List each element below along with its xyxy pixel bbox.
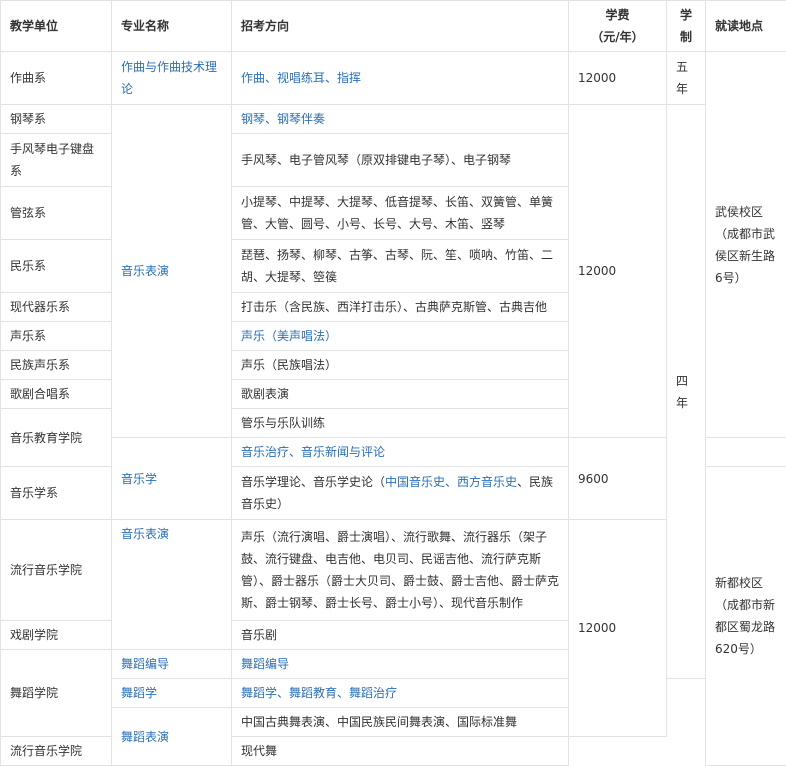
- direction-cell[interactable]: 作曲、视唱练耳、指挥: [232, 52, 569, 105]
- unit-cell: 流行音乐学院: [1, 520, 112, 621]
- unit-cell: 民乐系: [1, 240, 112, 293]
- header-fee-line1: 学费: [605, 8, 629, 22]
- header-fee: 学费 （元/年）: [569, 1, 667, 52]
- table-row: 作曲系 作曲与作曲技术理论 作曲、视唱练耳、指挥 12000 五年 武侯校区（成…: [1, 52, 786, 105]
- major-cell[interactable]: 舞蹈表演: [112, 708, 232, 766]
- direction-cell: 声乐（流行演唱、爵士演唱）、流行歌舞、流行器乐（架子鼓、流行键盘、电吉他、电贝司…: [232, 520, 569, 621]
- location-cell: 武侯校区（成都市武侯区新生路6号）: [706, 52, 786, 438]
- header-location: 就读地点: [706, 1, 786, 52]
- unit-cell: 作曲系: [1, 52, 112, 105]
- direction-cell[interactable]: 舞蹈学、舞蹈教育、舞蹈治疗: [232, 679, 569, 708]
- direction-cell[interactable]: 舞蹈编导: [232, 650, 569, 679]
- unit-cell: 音乐教育学院: [1, 409, 112, 467]
- direction-cell: 琵琶、扬琴、柳琴、古筝、古琴、阮、笙、唢呐、竹笛、二胡、大提琴、箜篌: [232, 240, 569, 293]
- header-duration-line1: 学: [680, 8, 692, 22]
- unit-cell: 民族声乐系: [1, 351, 112, 380]
- direction-cell: 音乐剧: [232, 621, 569, 650]
- direction-cell[interactable]: 钢琴、钢琴伴奏: [232, 105, 569, 134]
- musicology-prefix: 音乐学理论、音乐学史论（: [241, 475, 385, 489]
- direction-cell: 现代舞: [232, 737, 569, 766]
- header-duration: 学制: [667, 1, 706, 52]
- direction-cell: 手风琴、电子管风琴（原双排键电子琴）、电子钢琴: [232, 134, 569, 187]
- fee-cell: 12000: [569, 52, 667, 105]
- unit-cell: 手风琴电子键盘系: [1, 134, 112, 187]
- admissions-table: 教学单位 专业名称 招考方向 学费 （元/年） 学制 就读地点 作曲系 作曲与作曲…: [0, 0, 786, 766]
- header-row: 教学单位 专业名称 招考方向 学费 （元/年） 学制 就读地点: [1, 1, 786, 52]
- table-row: 舞蹈学 舞蹈学、舞蹈教育、舞蹈治疗: [1, 679, 786, 708]
- major-cell[interactable]: 音乐表演: [112, 105, 232, 438]
- unit-cell: 舞蹈学院: [1, 650, 112, 737]
- header-direction: 招考方向: [232, 1, 569, 52]
- duration-cell: 四年: [667, 105, 706, 679]
- direction-cell: 歌剧表演: [232, 380, 569, 409]
- unit-cell: 声乐系: [1, 322, 112, 351]
- direction-cell[interactable]: 声乐（美声唱法）: [232, 322, 569, 351]
- direction-cell: 打击乐（含民族、西洋打击乐）、古典萨克斯管、古典吉他: [232, 293, 569, 322]
- unit-cell: 钢琴系: [1, 105, 112, 134]
- major-cell[interactable]: 音乐学: [112, 438, 232, 520]
- major-cell[interactable]: 舞蹈学: [112, 679, 232, 708]
- table-row: 钢琴系 音乐表演 钢琴、钢琴伴奏 12000 四年: [1, 105, 786, 134]
- major-cell[interactable]: 舞蹈编导: [112, 650, 232, 679]
- unit-cell: 戏剧学院: [1, 621, 112, 650]
- music-history-link[interactable]: 中国音乐史、西方音乐史: [385, 475, 517, 489]
- unit-cell: 现代器乐系: [1, 293, 112, 322]
- direction-cell: 小提琴、中提琴、大提琴、低音提琴、长笛、双簧管、单簧管、大管、圆号、小号、长号、…: [232, 187, 569, 240]
- fee-cell: 12000: [569, 520, 667, 737]
- direction-cell[interactable]: 音乐治疗、音乐新闻与评论: [232, 438, 569, 467]
- direction-cell: 音乐学理论、音乐学史论（中国音乐史、西方音乐史、民族音乐史）: [232, 467, 569, 520]
- header-unit: 教学单位: [1, 1, 112, 52]
- unit-cell: 音乐学系: [1, 467, 112, 520]
- direction-cell: 中国古典舞表演、中国民族民间舞表演、国际标准舞: [232, 708, 569, 737]
- major-cell[interactable]: 作曲与作曲技术理论: [112, 52, 232, 105]
- header-major: 专业名称: [112, 1, 232, 52]
- header-fee-line2: （元/年）: [591, 30, 643, 44]
- fee-cell: 12000: [569, 105, 667, 438]
- unit-cell: 流行音乐学院: [1, 737, 112, 766]
- major-cell[interactable]: 音乐表演: [112, 520, 232, 650]
- direction-cell: 管乐与乐队训练: [232, 409, 569, 438]
- unit-cell: 歌剧合唱系: [1, 380, 112, 409]
- unit-cell: 管弦系: [1, 187, 112, 240]
- direction-cell: 声乐（民族唱法）: [232, 351, 569, 380]
- table-row: 舞蹈表演 中国古典舞表演、中国民族民间舞表演、国际标准舞: [1, 708, 786, 737]
- duration-cell: 五年: [667, 52, 706, 105]
- fee-cell: 9600: [569, 438, 667, 520]
- location-cell: 新都校区（成都市新都区蜀龙路620号）: [706, 467, 786, 766]
- header-duration-line2: 制: [680, 30, 692, 44]
